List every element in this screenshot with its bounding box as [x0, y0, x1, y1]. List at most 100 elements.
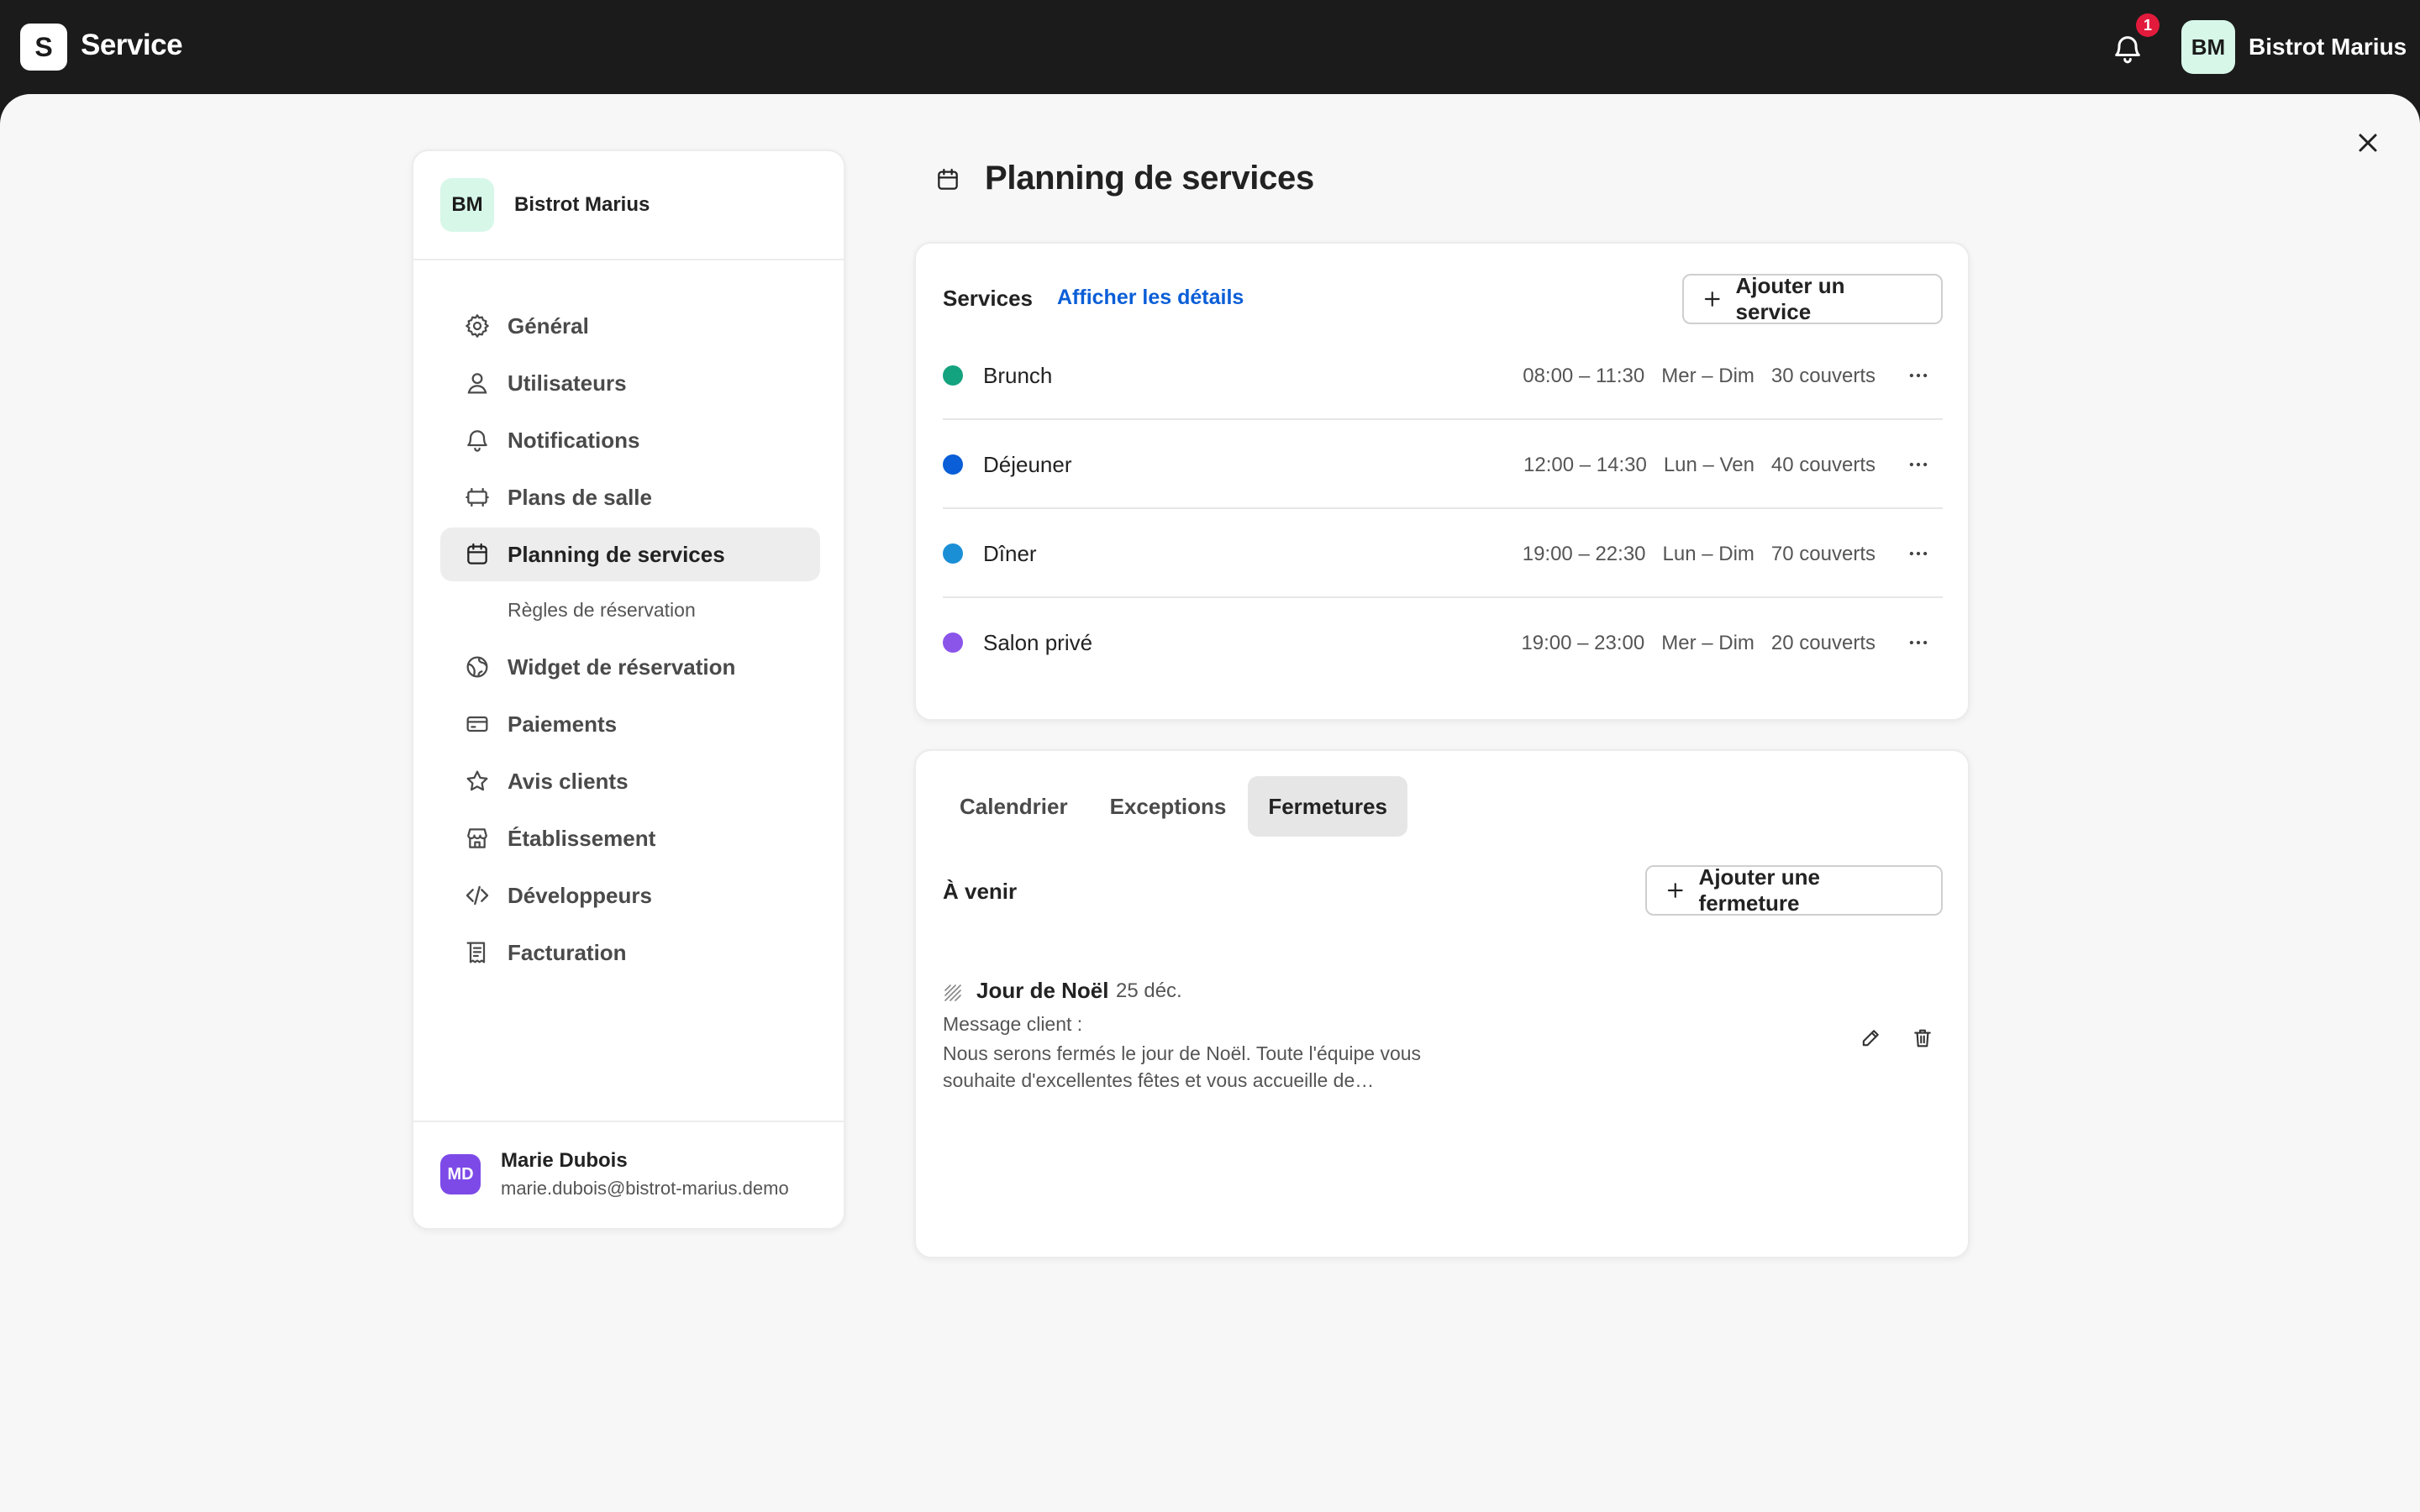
service-row[interactable]: Dîner 19:00 – 22:30 Lun – Dim 70 couverts: [943, 509, 1943, 598]
close-icon[interactable]: [2353, 128, 2383, 158]
service-row[interactable]: Déjeuner 12:00 – 14:30 Lun – Ven 40 couver…: [943, 420, 1943, 509]
sidebar-item-label: Plans de salle: [508, 484, 652, 510]
app-name: Service: [81, 29, 183, 61]
sidebar-item-service-planning[interactable]: Planning de services: [440, 528, 820, 581]
settings-sidebar: BM Bistrot Marius Général Utilisateurs N…: [412, 150, 845, 1230]
closures-card: Calendrier Exceptions Fermetures À venir…: [914, 749, 1970, 1258]
more-options-icon[interactable]: [1906, 452, 1931, 477]
service-meta: 12:00 – 14:30 Lun – Ven 40 couverts: [1507, 454, 1876, 477]
sidebar-org-header[interactable]: BM Bistrot Marius: [413, 151, 844, 260]
sidebar-item-label: Utilisateurs: [508, 370, 627, 396]
show-details-link[interactable]: Afficher les détails: [1057, 286, 1244, 310]
account-name[interactable]: Bistrot Marius: [2249, 34, 2407, 60]
sidebar-item-label: Widget de réservation: [508, 654, 736, 680]
sidebar-item-label: Avis clients: [508, 768, 629, 794]
sidebar-item-label: Développeurs: [508, 882, 652, 908]
service-row[interactable]: Salon privé 19:00 – 23:00 Mer – Dim 20 cou…: [943, 598, 1943, 687]
user-icon: [467, 373, 487, 394]
org-avatar: BM: [440, 178, 494, 232]
sidebar-item-label: Général: [508, 312, 589, 339]
closure-message: Nous serons fermés le jour de Noël. Tout…: [943, 1042, 1422, 1091]
service-name: Salon privé: [983, 630, 1093, 655]
service-days: Mer – Dim: [1661, 365, 1754, 387]
sidebar-item-payments[interactable]: Paiements: [440, 697, 820, 751]
sidebar-item-users[interactable]: Utilisateurs: [440, 356, 820, 410]
add-service-label: Ajouter un service: [1735, 273, 1845, 324]
service-color-dot: [943, 365, 963, 386]
service-color-dot: [943, 633, 963, 653]
store-icon: [467, 828, 487, 848]
service-meta: 19:00 – 22:30 Lun – Dim 70 couverts: [1506, 543, 1876, 566]
plus-icon: [1667, 883, 1683, 898]
sidebar-item-general[interactable]: Général: [440, 299, 820, 353]
settings-sheet: BM Bistrot Marius Général Utilisateurs N…: [0, 94, 2420, 1512]
hatched-pattern-icon: [944, 984, 961, 1001]
closure-date: 25 déc.: [1116, 979, 1182, 1002]
service-covers: 30 couverts: [1770, 365, 1876, 387]
more-options-icon[interactable]: [1906, 363, 1931, 388]
calendar-icon: [938, 168, 958, 190]
service-hours: 08:00 – 11:30: [1523, 365, 1645, 387]
sidebar-item-booking-widget[interactable]: Widget de réservation: [440, 640, 820, 694]
delete-trash-icon[interactable]: [1911, 1026, 1934, 1050]
app-logo[interactable]: S: [20, 24, 67, 71]
schedule-tabs: Calendrier Exceptions Fermetures: [939, 776, 1409, 837]
upcoming-section-title: À venir: [943, 879, 1018, 904]
notification-bell-icon[interactable]: [2111, 32, 2144, 66]
tab-closures[interactable]: Fermetures: [1248, 776, 1407, 837]
service-hours: 19:00 – 22:30: [1522, 543, 1646, 565]
service-name: Dîner: [983, 541, 1037, 566]
sidebar-user-footer[interactable]: MD Marie Dubois marie.dubois@bistrot-mar…: [413, 1121, 844, 1228]
sidebar-item-establishment[interactable]: Établissement: [440, 811, 820, 865]
floor-plan-icon: [466, 487, 489, 507]
org-name: Bistrot Marius: [514, 193, 650, 216]
page-title: Planning de services: [985, 160, 1314, 197]
service-color-dot: [943, 454, 963, 475]
user-email: marie.dubois@bistrot-marius.demo: [501, 1178, 789, 1199]
sidebar-item-billing[interactable]: Facturation: [440, 926, 820, 979]
user-name: Marie Dubois: [501, 1149, 628, 1172]
sidebar-item-notifications[interactable]: Notifications: [440, 413, 820, 467]
code-icon: [466, 885, 489, 906]
service-days: Mer – Dim: [1661, 632, 1754, 654]
service-covers: 20 couverts: [1770, 632, 1876, 654]
service-covers: 40 couverts: [1770, 454, 1876, 476]
service-covers: 70 couverts: [1770, 543, 1876, 565]
edit-pencil-icon[interactable]: [1859, 1026, 1882, 1050]
sidebar-item-label: Facturation: [508, 939, 627, 965]
star-icon: [466, 770, 488, 791]
add-service-button[interactable]: Ajouter un service: [1682, 273, 1943, 324]
top-bar: S Service 1 BM Bistrot Marius: [0, 0, 2420, 94]
service-meta: 19:00 – 23:00 Mer – Dim 20 couverts: [1504, 632, 1876, 655]
services-title: Services: [943, 286, 1033, 311]
closure-name: Jour de Noël: [976, 978, 1109, 1003]
calendar-icon: [467, 543, 487, 564]
service-name: Déjeuner: [983, 452, 1072, 477]
bell-icon: [467, 430, 487, 452]
add-closure-button[interactable]: Ajouter une fermeture: [1645, 864, 1943, 916]
gear-icon: [466, 314, 489, 338]
notification-badge: 1: [2136, 13, 2160, 37]
sidebar-item-floor-plans[interactable]: Plans de salle: [440, 470, 820, 524]
plus-icon: [1704, 291, 1720, 307]
sidebar-item-reviews[interactable]: Avis clients: [440, 754, 820, 808]
more-options-icon[interactable]: [1906, 630, 1931, 655]
more-options-icon[interactable]: [1906, 541, 1931, 566]
globe-icon: [466, 656, 488, 678]
sidebar-item-label: Planning de services: [508, 541, 725, 567]
sidebar-item-label: Établissement: [508, 825, 656, 851]
service-name: Brunch: [983, 363, 1053, 388]
sidebar-subitem-booking-rules[interactable]: Règles de réservation: [440, 585, 820, 635]
tab-calendar[interactable]: Calendrier: [939, 776, 1088, 837]
sidebar-nav: Général Utilisateurs Notifications Plans…: [440, 299, 820, 983]
services-card: Services Afficher les détails Ajouter un…: [914, 242, 1970, 721]
account-avatar[interactable]: BM: [2181, 20, 2235, 74]
service-color-dot: [943, 543, 963, 564]
service-row[interactable]: Brunch 08:00 – 11:30 Mer – Dim 30 couverts: [943, 331, 1943, 420]
add-closure-label: Ajouter une fermeture: [1698, 864, 1820, 916]
service-hours: 19:00 – 23:00: [1521, 632, 1645, 654]
tab-exceptions[interactable]: Exceptions: [1090, 776, 1247, 837]
service-days: Lun – Ven: [1663, 454, 1754, 476]
sidebar-item-developers[interactable]: Développeurs: [440, 869, 820, 922]
sidebar-item-label: Paiements: [508, 711, 618, 737]
